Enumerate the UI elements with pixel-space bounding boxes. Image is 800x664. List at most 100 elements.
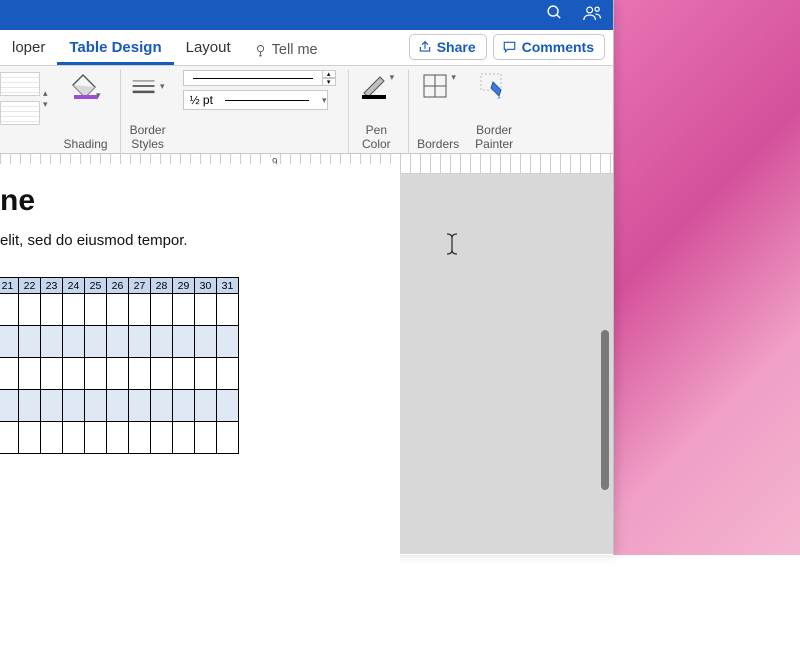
table-cell[interactable] — [195, 390, 217, 422]
table-row[interactable] — [0, 390, 239, 422]
table-cell[interactable] — [217, 390, 239, 422]
table-cell[interactable] — [217, 294, 239, 326]
chevron-down-icon[interactable]: ▾ — [390, 72, 395, 83]
shading-button[interactable]: ▾ — [69, 70, 103, 103]
line-style-spinner[interactable]: ▴▾ — [322, 70, 336, 86]
table-cell[interactable] — [107, 390, 129, 422]
table-row[interactable] — [0, 358, 239, 390]
table-cell[interactable] — [195, 358, 217, 390]
table-cell[interactable] — [195, 326, 217, 358]
border-weight-select[interactable]: ½ pt ▾ — [183, 90, 328, 110]
table-cell[interactable] — [63, 358, 85, 390]
table-cell[interactable] — [129, 358, 151, 390]
table-cell[interactable] — [19, 390, 41, 422]
tell-me-label: Tell me — [272, 42, 318, 58]
share-button[interactable]: Share — [409, 34, 487, 60]
table-cell[interactable] — [195, 294, 217, 326]
border-line-style-select[interactable] — [183, 70, 323, 86]
table-cell[interactable] — [63, 390, 85, 422]
share-people-icon[interactable] — [583, 4, 603, 26]
table-cell[interactable] — [217, 358, 239, 390]
table-cell[interactable] — [63, 294, 85, 326]
table-cell[interactable] — [0, 390, 19, 422]
table-cell[interactable] — [41, 422, 63, 454]
table-cell[interactable] — [19, 422, 41, 454]
table-header-cell[interactable]: 30 — [195, 278, 217, 294]
table-cell[interactable] — [217, 422, 239, 454]
tell-me-search[interactable]: Tell me — [243, 35, 328, 65]
vertical-scrollbar[interactable] — [601, 330, 609, 490]
table-cell[interactable] — [173, 358, 195, 390]
chevron-down-icon[interactable]: ▾ — [451, 72, 456, 83]
document-area[interactable]: ne elit, sed do eiusmod tempor. 18192021… — [0, 174, 613, 554]
table-cell[interactable] — [129, 390, 151, 422]
table-header-cell[interactable]: 31 — [217, 278, 239, 294]
borders-button[interactable]: ▾ — [418, 70, 458, 102]
table-cell[interactable] — [0, 422, 19, 454]
table-cell[interactable] — [85, 358, 107, 390]
table-cell[interactable] — [19, 358, 41, 390]
pen-color-button[interactable]: ▾ — [357, 70, 397, 102]
comments-button[interactable]: Comments — [493, 34, 605, 60]
tab-developer[interactable]: loper — [0, 32, 57, 65]
table-cell[interactable] — [19, 326, 41, 358]
table-header-cell[interactable]: 21 — [0, 278, 19, 294]
table-cell[interactable] — [85, 422, 107, 454]
table-cell[interactable] — [41, 358, 63, 390]
border-styles-button[interactable]: ▾ — [129, 70, 167, 102]
table-cell[interactable] — [0, 358, 19, 390]
table-row[interactable] — [0, 326, 239, 358]
table-cell[interactable] — [217, 326, 239, 358]
table-cell[interactable] — [151, 358, 173, 390]
table-header-cell[interactable]: 28 — [151, 278, 173, 294]
table-cell[interactable] — [107, 326, 129, 358]
table-cell[interactable] — [41, 294, 63, 326]
table-header-cell[interactable]: 25 — [85, 278, 107, 294]
table-cell[interactable] — [195, 422, 217, 454]
table-cell[interactable] — [0, 326, 19, 358]
table-cell[interactable] — [41, 326, 63, 358]
table-cell[interactable] — [107, 358, 129, 390]
document-table[interactable]: 1819202122232425262728293031 — [0, 277, 239, 454]
table-cell[interactable] — [85, 390, 107, 422]
table-style-preset[interactable] — [0, 72, 40, 96]
table-cell[interactable] — [129, 294, 151, 326]
chevron-down-icon[interactable]: ▾ — [43, 99, 48, 110]
table-header-cell[interactable]: 27 — [129, 278, 151, 294]
table-cell[interactable] — [173, 326, 195, 358]
table-cell[interactable] — [129, 326, 151, 358]
table-cell[interactable] — [107, 422, 129, 454]
table-cell[interactable] — [151, 422, 173, 454]
table-cell[interactable] — [129, 422, 151, 454]
table-cell[interactable] — [107, 294, 129, 326]
border-painter-button[interactable] — [477, 70, 511, 102]
tab-table-design[interactable]: Table Design — [57, 32, 173, 65]
table-style-preset[interactable] — [0, 101, 40, 125]
table-row[interactable] — [0, 422, 239, 454]
table-cell[interactable] — [63, 422, 85, 454]
table-cell[interactable] — [41, 390, 63, 422]
table-header-cell[interactable]: 29 — [173, 278, 195, 294]
table-cell[interactable] — [19, 294, 41, 326]
chevron-down-icon[interactable]: ▾ — [96, 90, 101, 101]
tab-layout[interactable]: Layout — [174, 32, 243, 65]
table-cell[interactable] — [0, 294, 19, 326]
table-cell[interactable] — [63, 326, 85, 358]
table-cell[interactable] — [173, 422, 195, 454]
table-header-cell[interactable]: 22 — [19, 278, 41, 294]
search-icon[interactable] — [546, 4, 563, 26]
table-row[interactable] — [0, 294, 239, 326]
table-header-cell[interactable]: 26 — [107, 278, 129, 294]
table-cell[interactable] — [151, 390, 173, 422]
table-cell[interactable] — [85, 326, 107, 358]
table-cell[interactable] — [173, 294, 195, 326]
table-cell[interactable] — [151, 326, 173, 358]
table-cell[interactable] — [173, 390, 195, 422]
chevron-up-icon[interactable]: ▴ — [43, 88, 48, 99]
table-cell[interactable] — [151, 294, 173, 326]
chevron-down-icon[interactable]: ▾ — [160, 81, 165, 92]
table-header-cell[interactable]: 23 — [41, 278, 63, 294]
table-cell[interactable] — [85, 294, 107, 326]
document-page[interactable]: ne elit, sed do eiusmod tempor. 18192021… — [0, 164, 400, 664]
table-header-cell[interactable]: 24 — [63, 278, 85, 294]
